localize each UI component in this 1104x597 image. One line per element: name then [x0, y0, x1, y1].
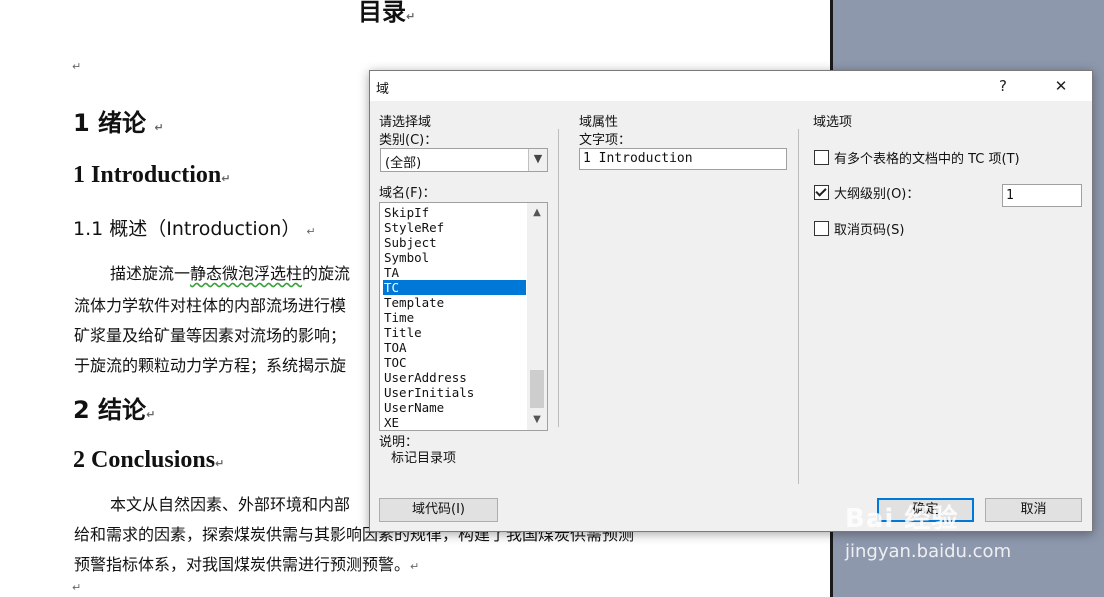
scroll-up-icon[interactable]: ▲	[527, 205, 547, 221]
paragraph-1-line-3: 矿浆量及给矿量等因素对流场的影响；	[74, 326, 347, 345]
field-list-item[interactable]: UserName	[383, 400, 526, 415]
field-dialog: 域 ? ✕ 请选择域 类别(C)： (全部) ▼ 域名(F)： SkipIf St…	[369, 70, 1093, 532]
heading-1-en: 1 Introduction↵	[73, 162, 231, 188]
heading-2-en: 2 Conclusions↵	[73, 447, 225, 473]
field-codes-button[interactable]: 域代码(I)	[379, 498, 498, 522]
toc-title: 目录↵	[358, 0, 416, 26]
list-scrollbar[interactable]: ▲ ▼	[527, 203, 547, 430]
baidu-watermark: Bai 经验 jingyan.baidu.com	[845, 498, 1011, 562]
text-item-label: 文字项：	[579, 133, 632, 148]
outline-level-label: 大纲级别(O)：	[834, 187, 920, 202]
chevron-down-icon[interactable]: ▼	[528, 149, 547, 171]
text-item-value: 1 Introduction	[583, 151, 693, 166]
category-value: (全部)	[385, 156, 422, 171]
field-list-item[interactable]: Symbol	[383, 250, 526, 265]
field-list-item[interactable]: XE	[383, 415, 526, 430]
field-list-item[interactable]: TOA	[383, 340, 526, 355]
field-list-item[interactable]: TOC	[383, 355, 526, 370]
close-icon[interactable]: ✕	[1046, 75, 1076, 97]
paragraph-1-line-1: 描述旋流一静态微泡浮选柱的旋流	[110, 264, 351, 283]
paragraph-1-line-2: 流体力学软件对柱体的内部流场进行模	[74, 296, 347, 315]
scroll-thumb[interactable]	[530, 370, 544, 408]
field-list-item[interactable]: Template	[383, 295, 526, 310]
watermark-url: jingyan.baidu.com	[845, 541, 1012, 562]
paragraph-mark: ↵	[72, 581, 82, 594]
field-list-item[interactable]: TC	[383, 280, 526, 295]
paragraph-mark: ↵	[72, 60, 82, 73]
outline-level-input[interactable]: 1	[1002, 184, 1082, 207]
separator	[558, 129, 559, 427]
field-options-title: 域选项	[813, 115, 853, 130]
help-icon[interactable]: ?	[988, 75, 1018, 97]
dialog-title: 域	[376, 82, 390, 97]
suppress-page-number-label: 取消页码(S)	[834, 223, 905, 238]
category-select[interactable]: (全部) ▼	[380, 148, 548, 172]
outline-level-checkbox[interactable]	[814, 185, 829, 200]
field-list-item[interactable]: Title	[383, 325, 526, 340]
field-list-item[interactable]: Subject	[383, 235, 526, 250]
paragraph-1-line-4: 于旋流的颗粒动力学方程；系统揭示旋	[74, 356, 347, 375]
multi-table-tc-label: 有多个表格的文档中的 TC 项(T)	[834, 152, 1020, 167]
field-list-item[interactable]: UserInitials	[383, 385, 526, 400]
field-list-item[interactable]: UserAddress	[383, 370, 526, 385]
description-text: 标记目录项	[391, 451, 457, 466]
field-name-label: 域名(F)：	[379, 186, 436, 201]
separator	[798, 129, 799, 484]
text-item-input[interactable]: 1 Introduction	[579, 148, 787, 170]
field-name-list[interactable]: SkipIf StyleRef Subject Symbol TA TC Template T…	[379, 202, 548, 431]
paragraph-2-line-3: 预警指标体系，对我国煤炭供需进行预测预警。↵	[74, 555, 420, 574]
dialog-titlebar[interactable]: 域 ? ✕	[370, 71, 1092, 101]
field-list-item[interactable]: SkipIf	[383, 205, 526, 220]
field-list-item[interactable]: StyleRef	[383, 220, 526, 235]
subheading-1-1: 1.1 概述（Introduction） ↵	[73, 218, 316, 240]
heading-2-cn: 2 结论↵	[73, 396, 156, 424]
outline-level-value: 1	[1006, 188, 1014, 203]
choose-field-group-title: 请选择域	[379, 115, 432, 130]
field-properties-title: 域属性	[579, 115, 619, 130]
scroll-down-icon[interactable]: ▼	[527, 412, 547, 428]
watermark-brand: Bai 经验	[845, 504, 959, 534]
field-list-item[interactable]: Time	[383, 310, 526, 325]
field-list-item[interactable]: TA	[383, 265, 526, 280]
heading-1-cn: 1 绪论 ↵	[73, 109, 164, 137]
paragraph-2-line-1: 本文从自然因素、外部环境和内部	[110, 495, 351, 514]
multi-table-tc-checkbox[interactable]	[814, 150, 829, 165]
category-label: 类别(C)：	[379, 133, 438, 148]
suppress-page-number-checkbox[interactable]	[814, 221, 829, 236]
